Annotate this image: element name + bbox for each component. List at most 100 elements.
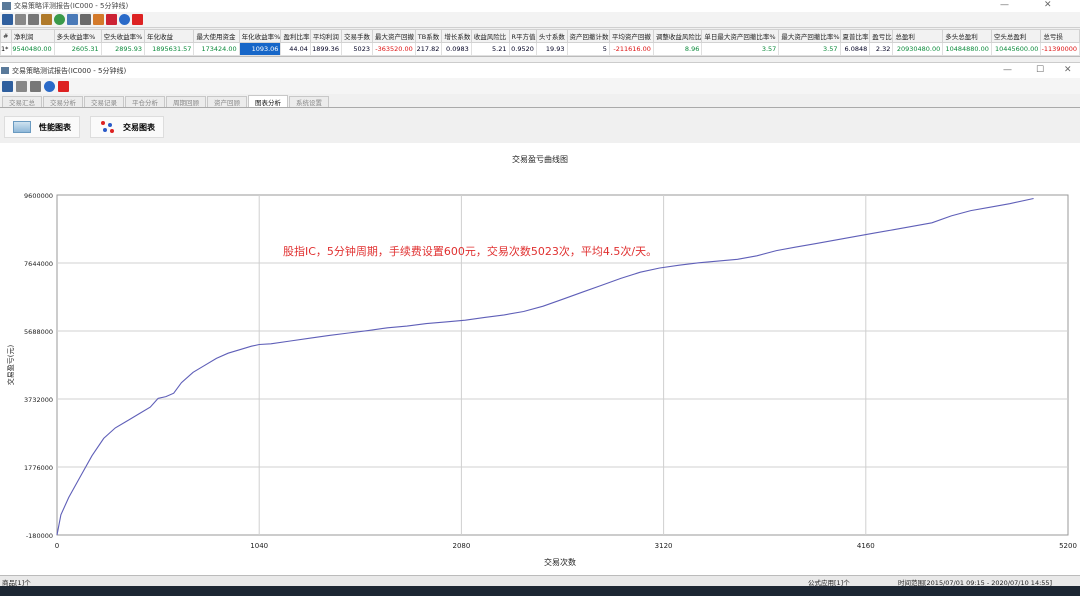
- stats-value-cell: 1895631.57: [144, 42, 195, 56]
- minimize-icon[interactable]: —: [1000, 0, 1009, 10]
- refresh-icon[interactable]: [54, 14, 65, 25]
- close-report-icon[interactable]: [132, 14, 143, 25]
- stats-header-cell[interactable]: 夏普比率: [839, 29, 871, 43]
- report-maximize-icon[interactable]: ☐: [1036, 65, 1044, 75]
- chart-icon[interactable]: [93, 14, 104, 25]
- report-print-icon[interactable]: [30, 80, 41, 92]
- stats-value-cell: 173424.00: [193, 42, 240, 56]
- stats-value-cell: 8.96: [652, 42, 703, 56]
- report-minimize-icon[interactable]: —: [1003, 65, 1012, 75]
- stats-header-cell[interactable]: 多头收益率%: [53, 29, 102, 43]
- tab-summary[interactable]: 交易汇总: [2, 96, 42, 107]
- stats-header-cell[interactable]: 总亏损: [1040, 29, 1080, 43]
- x-tick-label: 0: [55, 542, 59, 550]
- stats-value-cell: 1093.06: [238, 42, 282, 56]
- export-icon[interactable]: [80, 14, 91, 25]
- stats-header-cell[interactable]: 增长系数: [441, 29, 472, 43]
- y-tick-label: 7644000: [24, 260, 53, 268]
- trade-chart-button[interactable]: 交易图表: [90, 116, 164, 138]
- stats-value-cell: -11390000: [1040, 42, 1080, 56]
- tab-close-analysis[interactable]: 平仓分析: [125, 96, 165, 107]
- close-icon[interactable]: ✕: [1044, 0, 1052, 10]
- stats-header-cell[interactable]: R平方值: [508, 29, 537, 43]
- tab-asset-review[interactable]: 资产回顾: [207, 96, 247, 107]
- main-toolbar: [0, 12, 1080, 28]
- stats-header-cell[interactable]: 最大资产回撤比率%: [778, 29, 841, 43]
- tab-chart-analysis[interactable]: 图表分析: [248, 95, 288, 107]
- report-close-icon[interactable]: ✕: [1064, 65, 1072, 75]
- stats-header-cell[interactable]: #: [0, 29, 13, 43]
- equity-curve-chart: 0 1040 2080 3120 4160 5200 -180000 1776000 37320…: [0, 143, 1080, 575]
- stats-header-cell[interactable]: 收益风险比: [470, 29, 510, 43]
- stats-value-cell: 1*: [0, 42, 13, 56]
- stats-header-cell[interactable]: TB系数: [414, 29, 443, 43]
- tab-period-review[interactable]: 周期回顾: [166, 96, 206, 107]
- stats-header-cell[interactable]: 空头收益率%: [100, 29, 146, 43]
- x-tick-label: 4160: [857, 542, 875, 550]
- equity-curve-svg: 0 1040 2080 3120 4160 5200 -180000 1776000 37320…: [6, 154, 1077, 567]
- stats-value-cell: 3.57: [778, 42, 841, 56]
- save-icon[interactable]: [2, 14, 13, 25]
- x-tick-label: 2080: [452, 542, 470, 550]
- stats-header-cell[interactable]: 头寸系数: [535, 29, 568, 43]
- stats-value-cell: 10484880.00: [942, 42, 992, 56]
- y-tick-label: 1776000: [24, 464, 53, 472]
- report-help-icon[interactable]: [44, 80, 55, 92]
- bar-chart-icon[interactable]: [106, 14, 117, 25]
- tab-trade-analysis[interactable]: 交易分析: [43, 96, 83, 107]
- stats-value-row[interactable]: 1* 9540480.00 2605.31 2895.93 1895631.57 1734…: [0, 42, 1080, 56]
- app-title: 交易策略评测报告(IC000 - 5分钟线): [14, 2, 129, 10]
- link-icon[interactable]: [41, 14, 52, 25]
- stats-header-cell[interactable]: 资产回撤计数: [566, 29, 610, 43]
- x-tick-label: 3120: [655, 542, 673, 550]
- stats-header-cell[interactable]: 平均资产回撤: [608, 29, 654, 43]
- y-tick-label: 3732000: [24, 396, 53, 404]
- help-icon[interactable]: [119, 14, 130, 25]
- y-tick-label: -180000: [26, 532, 53, 540]
- stats-header-cell[interactable]: 年化收益率%: [238, 29, 282, 43]
- print-icon[interactable]: [15, 14, 26, 25]
- report-exit-icon[interactable]: [58, 80, 69, 92]
- report-window-title-bar: 交易策略测试报告(IC000 - 5分钟线) — ☐ ✕: [0, 62, 1080, 78]
- tab-trade-records[interactable]: 交易记录: [84, 96, 124, 107]
- stats-value-cell: 9540480.00: [11, 42, 55, 56]
- performance-chart-label: 性能图表: [39, 122, 71, 132]
- stats-value-cell: 5023: [340, 42, 373, 56]
- stats-header-cell[interactable]: 平均利润: [309, 29, 342, 43]
- trade-chart-label: 交易图表: [123, 122, 155, 132]
- report-tabs: 交易汇总 交易分析 交易记录 平仓分析 周期回顾 资产回顾 图表分析 系统设置: [0, 95, 1080, 108]
- stats-value-cell: 217.82: [414, 42, 443, 56]
- stats-header-cell[interactable]: 年化收益: [144, 29, 195, 43]
- chart-annotation: 股指IC，5分钟周期，手续费设置600元，交易次数5023次，平均4.5次/天。: [283, 244, 657, 258]
- stats-header-cell[interactable]: 多头总盈利: [942, 29, 992, 43]
- grid-icon[interactable]: [67, 14, 78, 25]
- tab-system-settings[interactable]: 系统设置: [289, 96, 329, 107]
- stats-header-cell[interactable]: 调整收益风险比: [652, 29, 703, 43]
- report-save-icon[interactable]: [2, 80, 13, 92]
- stats-value-cell: 2895.93: [100, 42, 146, 56]
- stats-value-cell: 0.9520: [508, 42, 537, 56]
- performance-chart-icon: [13, 121, 31, 133]
- stats-header-cell[interactable]: 净利润: [11, 29, 55, 43]
- stats-header-cell[interactable]: 总盈利: [892, 29, 944, 43]
- stats-header-cell[interactable]: 最大资产回撤: [371, 29, 416, 43]
- stats-header-cell[interactable]: 空头总盈利: [990, 29, 1042, 43]
- performance-chart-button[interactable]: 性能图表: [4, 116, 80, 138]
- report-window-icon: [1, 67, 9, 74]
- stats-value-cell: 20930480.00: [892, 42, 944, 56]
- report-preview-icon[interactable]: [16, 80, 27, 92]
- stats-header-cell[interactable]: 交易手数: [340, 29, 373, 43]
- y-tick-label: 9600000: [24, 192, 53, 200]
- app-logo-icon: [2, 2, 11, 10]
- stats-header-cell[interactable]: 盈亏比: [869, 29, 894, 43]
- x-axis-label: 交易次数: [544, 557, 576, 567]
- stats-value-cell: 19.93: [535, 42, 568, 56]
- stats-header-cell[interactable]: 单日最大资产回撤比率%: [701, 29, 780, 43]
- chart-subtabs: 性能图表 交易图表: [0, 112, 1080, 142]
- stats-header-cell[interactable]: 最大使用资金: [193, 29, 240, 43]
- stats-header-cell[interactable]: 盈利比率: [280, 29, 311, 43]
- stats-header-row: # 净利润 多头收益率% 空头收益率% 年化收益 最大使用资金 年化收益率% 盈利比率 平均利润…: [0, 29, 1080, 43]
- app-title-bar: 交易策略评测报告(IC000 - 5分钟线) — ✕: [0, 0, 1080, 12]
- copy-icon[interactable]: [28, 14, 39, 25]
- report-toolbar: [0, 78, 1080, 94]
